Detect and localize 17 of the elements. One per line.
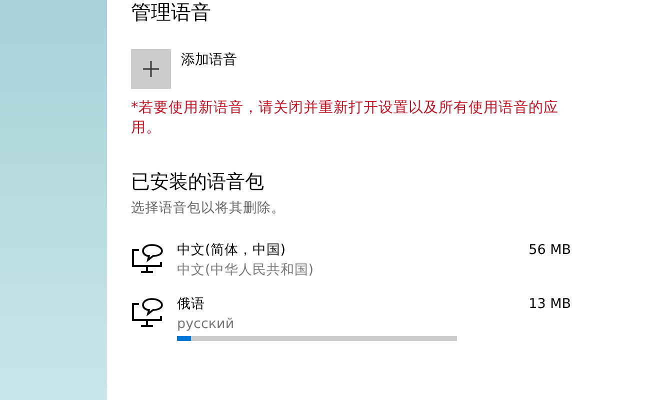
section-title: 管理语音 xyxy=(131,0,212,24)
plus-icon xyxy=(142,60,160,78)
pack-native-name: русский xyxy=(177,315,236,334)
language-pack-item[interactable]: 俄语 13 MB русский xyxy=(131,294,571,342)
monitor-speech-icon xyxy=(131,298,165,328)
installed-hint: 选择语音包以将其删除。 xyxy=(131,199,286,218)
pack-name: 中文(简体，中国) xyxy=(177,241,286,260)
add-language-button[interactable] xyxy=(131,49,171,89)
pack-native-name: 中文(中华人民共和国) xyxy=(177,261,315,280)
add-language-label[interactable]: 添加语音 xyxy=(181,50,237,71)
monitor-speech-icon xyxy=(131,244,165,274)
language-pack-item[interactable]: 中文(简体，中国) 56 MB 中文(中华人民共和国) xyxy=(131,240,571,280)
installed-title: 已安装的语音包 xyxy=(131,170,265,194)
pack-size: 56 MB xyxy=(528,241,571,260)
pack-size: 13 MB xyxy=(528,295,571,314)
pack-name: 俄语 xyxy=(177,295,205,314)
restart-note: *若要使用新语音，请关闭并重新打开设置以及所有使用语音的应用。 xyxy=(131,98,560,138)
